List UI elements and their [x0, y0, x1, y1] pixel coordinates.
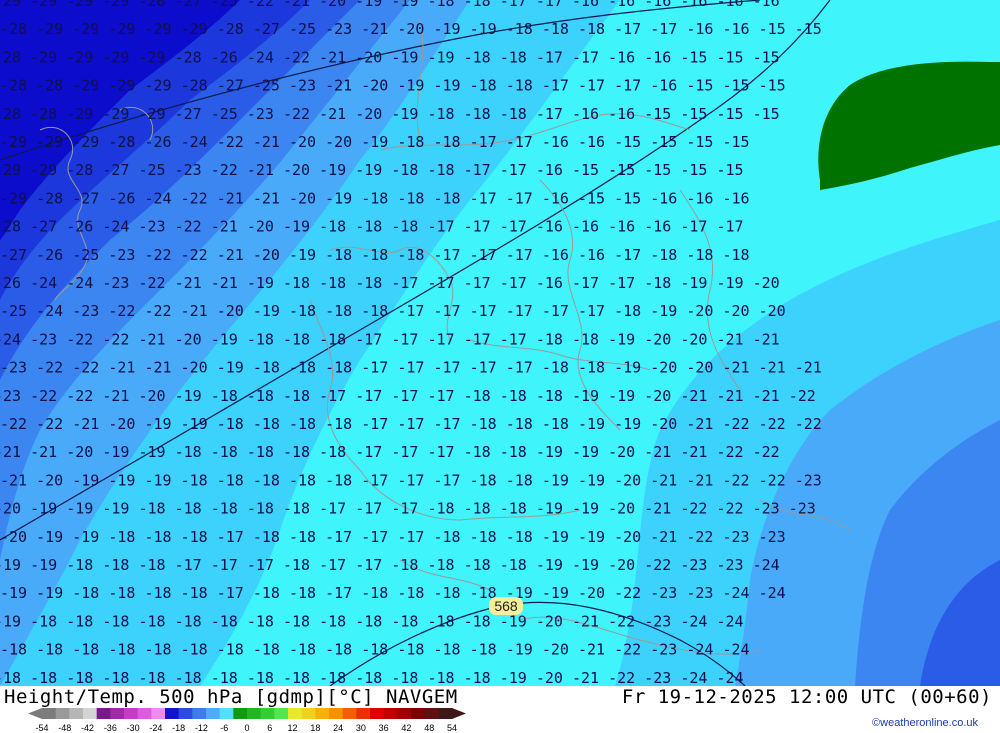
- temperature-row: -27 -26 -25 -23 -22 -22 -21 -20 -19 -18 …: [0, 246, 750, 264]
- height-contour-label: 568: [489, 597, 523, 615]
- valid-time: Fr 19-12-2025 12:00 UTC (00+60): [621, 686, 992, 708]
- scale-tick-label: 6: [267, 723, 272, 733]
- scale-tick-label: 12: [288, 723, 298, 733]
- temperature-row: -29 -29 -28 -27 -25 -23 -22 -21 -20 -19 …: [0, 161, 744, 179]
- scale-tick-label: -12: [195, 723, 208, 733]
- temperature-row: -22 -22 -21 -20 -19 -19 -18 -18 -18 -18 …: [0, 415, 822, 433]
- temperature-row: -29 -29 -29 -29 -28 -27 -25 -22 -21 -20 …: [0, 0, 780, 10]
- scale-cell: [42, 708, 57, 719]
- scale-tick-label: -48: [58, 723, 71, 733]
- temperature-row: -24 -23 -22 -22 -21 -20 -19 -18 -18 -18 …: [0, 330, 780, 348]
- scale-cell: [342, 708, 357, 719]
- scale-tick-label: 48: [424, 723, 434, 733]
- temperature-row: -18 -18 -18 -18 -18 -18 -18 -18 -18 -18 …: [0, 669, 744, 686]
- scale-tick-label: -6: [220, 723, 228, 733]
- scale-tick-label: -24: [149, 723, 162, 733]
- scale-cell: [329, 708, 344, 719]
- scale-cell: [301, 708, 316, 719]
- scale-cell: [247, 708, 262, 719]
- temperature-row: -28 -28 -29 -29 -29 -28 -27 -25 -23 -21 …: [0, 77, 786, 95]
- temperature-row: -28 -29 -29 -29 -29 -29 -28 -27 -25 -23 …: [0, 20, 822, 38]
- colour-scale-legend: -54 -48 -42 -36 -30 -24 -18 -12 -6 0 6 12 18 24 30 36 42…: [28, 708, 466, 733]
- temperature-row: -19 -19 -18 -18 -18 -17 -17 -17 -18 -17 …: [0, 556, 780, 574]
- credit-text: ©weatheronline.co.uk: [872, 717, 978, 729]
- scale-cell: [55, 708, 70, 719]
- scale-cell: [69, 708, 84, 719]
- scale-cell: [397, 708, 412, 719]
- scale-cell: [137, 708, 152, 719]
- scale-cell: [219, 708, 234, 719]
- map-canvas: -29 -29 -29 -29 -28 -27 -25 -22 -21 -20 …: [0, 0, 1000, 686]
- weather-map: -29 -29 -29 -29 -28 -27 -25 -22 -21 -20 …: [0, 0, 1000, 686]
- temperature-row: -29 -29 -29 -28 -26 -24 -22 -21 -20 -20 …: [0, 133, 750, 151]
- scale-tick-label: 18: [310, 723, 320, 733]
- scale-cell: [288, 708, 303, 719]
- scale-cell: [206, 708, 221, 719]
- scale-cell: [383, 708, 398, 719]
- temperature-row: -26 -24 -24 -23 -22 -21 -21 -19 -18 -18 …: [0, 274, 780, 292]
- map-footer: Height/Temp. 500 hPa [gdmp][°C] NAVGEM F…: [0, 686, 1000, 733]
- scale-cell: [370, 708, 385, 719]
- scale-cell: [110, 708, 125, 719]
- scale-tick-label: 42: [401, 723, 411, 733]
- scale-arrow-right: [452, 708, 466, 719]
- scale-tick-label: 36: [379, 723, 389, 733]
- scale-cell: [438, 708, 453, 719]
- scale-tick-label: 24: [333, 723, 343, 733]
- scale-cell: [124, 708, 139, 719]
- temperature-row: -28 -27 -26 -24 -23 -22 -21 -20 -19 -18 …: [0, 218, 744, 236]
- scale-cell: [192, 708, 207, 719]
- scale-cell: [356, 708, 371, 719]
- temperature-row: -21 -20 -19 -19 -19 -18 -18 -18 -18 -18 …: [0, 471, 822, 489]
- scale-tick-label: -30: [127, 723, 140, 733]
- scale-tick-label: -42: [81, 723, 94, 733]
- scale-arrow-left: [28, 708, 42, 719]
- scale-tick-label: 30: [356, 723, 366, 733]
- temperature-row: -23 -22 -22 -21 -21 -20 -19 -18 -18 -18 …: [0, 359, 822, 377]
- scale-cell: [315, 708, 330, 719]
- scale-cell: [151, 708, 166, 719]
- scale-cell: [178, 708, 193, 719]
- scale-cell: [83, 708, 98, 719]
- temperature-row: -19 -19 -18 -18 -18 -18 -17 -18 -18 -17 …: [0, 584, 786, 602]
- temperature-row: -20 -19 -19 -18 -18 -18 -17 -18 -18 -17 …: [0, 528, 786, 546]
- scale-cell: [260, 708, 275, 719]
- temperature-row: -18 -18 -18 -18 -18 -18 -18 -18 -18 -18 …: [0, 641, 750, 659]
- scale-cell: [274, 708, 289, 719]
- scale-cell: [411, 708, 426, 719]
- temperature-row: -21 -21 -20 -19 -19 -18 -18 -18 -18 -18 …: [0, 443, 780, 461]
- temperature-row: -29 -28 -27 -26 -24 -22 -21 -21 -20 -19 …: [0, 189, 750, 207]
- scale-cell: [165, 708, 180, 719]
- temperature-row: -28 -28 -29 -29 -29 -27 -25 -23 -22 -21 …: [0, 105, 780, 123]
- temperature-row: -19 -18 -18 -18 -18 -18 -18 -18 -18 -18 …: [0, 612, 744, 630]
- map-title: Height/Temp. 500 hPa [gdmp][°C] NAVGEM: [4, 686, 458, 708]
- scale-tick-label: -18: [172, 723, 185, 733]
- temperature-row: -23 -22 -22 -21 -20 -19 -18 -18 -18 -17 …: [0, 387, 816, 405]
- scale-tick-label: 0: [244, 723, 249, 733]
- scale-tick-label: -36: [104, 723, 117, 733]
- temperature-row: -28 -29 -29 -29 -29 -28 -26 -24 -22 -21 …: [0, 48, 780, 66]
- scale-cell: [233, 708, 248, 719]
- scale-cell: [96, 708, 111, 719]
- temperature-row: -20 -19 -19 -19 -18 -18 -18 -18 -18 -17 …: [0, 500, 816, 518]
- scale-tick-label: -54: [35, 723, 48, 733]
- scale-cell: [424, 708, 439, 719]
- scale-tick-label: 54: [447, 723, 457, 733]
- temperature-row: -25 -24 -23 -22 -22 -21 -20 -19 -18 -18 …: [0, 302, 786, 320]
